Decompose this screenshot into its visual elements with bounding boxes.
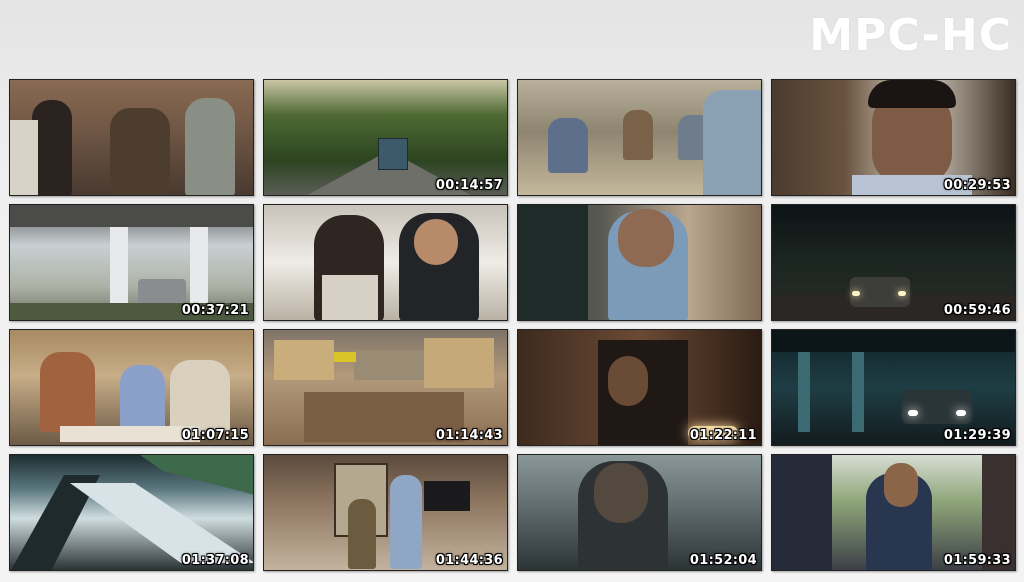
- frame-image: [518, 205, 761, 320]
- frame-image: [10, 80, 253, 195]
- timestamp: 01:37:08: [181, 553, 249, 568]
- timestamp: 01:29:39: [943, 428, 1011, 443]
- timestamp: 00:29:53: [943, 178, 1011, 193]
- thumbnail-16[interactable]: 01:59:33: [771, 454, 1016, 571]
- timestamp: 00:14:57: [435, 178, 503, 193]
- thumbnail-4[interactable]: 00:29:53: [771, 79, 1016, 196]
- mpc-hc-logo: MPC-HC: [809, 10, 1012, 61]
- thumbnail-2[interactable]: 00:14:57: [263, 79, 508, 196]
- thumbnail-9[interactable]: 01:07:15: [9, 329, 254, 446]
- timestamp: 01:44:36: [435, 553, 503, 568]
- timestamp: 01:07:15: [181, 428, 249, 443]
- thumbnail-11[interactable]: 01:22:11: [517, 329, 762, 446]
- thumbnail-13[interactable]: 01:37:08: [9, 454, 254, 571]
- thumbnail-grid: 00:14:57 00:29:53 00:37:21 00:59:46 01:0…: [9, 79, 1016, 571]
- thumbnail-15[interactable]: 01:52:04: [517, 454, 762, 571]
- thumbnail-8[interactable]: 00:59:46: [771, 204, 1016, 321]
- thumbnail-14[interactable]: 01:44:36: [263, 454, 508, 571]
- thumbnail-7[interactable]: [517, 204, 762, 321]
- thumbnail-1[interactable]: [9, 79, 254, 196]
- timestamp: 00:37:21: [181, 303, 249, 318]
- frame-image: [518, 80, 761, 195]
- thumbnail-10[interactable]: 01:14:43: [263, 329, 508, 446]
- timestamp: 01:52:04: [689, 553, 757, 568]
- timestamp: 01:22:11: [689, 428, 757, 443]
- thumbnail-5[interactable]: 00:37:21: [9, 204, 254, 321]
- timestamp: 01:14:43: [435, 428, 503, 443]
- timestamp: 00:59:46: [943, 303, 1011, 318]
- thumbnail-6[interactable]: [263, 204, 508, 321]
- timestamp: 01:59:33: [943, 553, 1011, 568]
- frame-image: [264, 205, 507, 320]
- thumbnail-3[interactable]: [517, 79, 762, 196]
- thumbnail-12[interactable]: 01:29:39: [771, 329, 1016, 446]
